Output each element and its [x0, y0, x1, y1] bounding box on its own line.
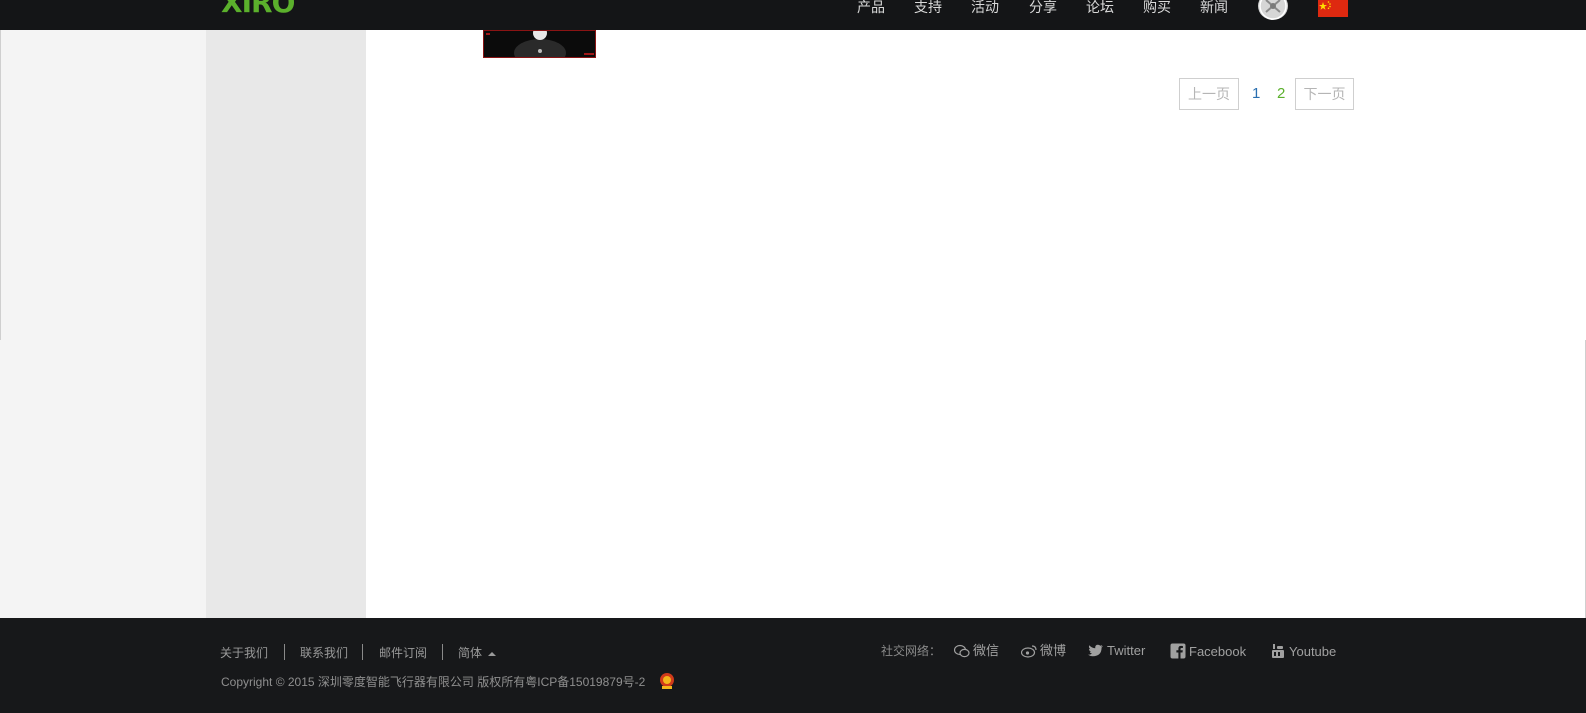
social-label-twitter: Twitter	[1107, 643, 1146, 658]
china-flag-icon[interactable]	[1318, 0, 1348, 17]
divider	[442, 644, 443, 660]
social-label-weibo: 微博	[1040, 643, 1067, 658]
weibo-icon	[1020, 645, 1037, 658]
pagination-page-2[interactable]: 2	[1277, 85, 1285, 103]
language-selector[interactable]: 简体	[458, 646, 497, 660]
divider	[0, 30, 1, 340]
social-link-wechat[interactable]: 微信	[953, 643, 1000, 659]
caret-up-icon	[488, 652, 497, 656]
language-label: 简体	[458, 646, 483, 660]
footer-link-about-us[interactable]: 关于我们	[220, 646, 268, 660]
nav-item-share[interactable]: 分享	[1029, 0, 1057, 18]
social-link-twitter[interactable]: Twitter	[1088, 643, 1145, 659]
social-label-wechat: 微信	[973, 643, 1000, 658]
nav-item-forum[interactable]: 论坛	[1086, 0, 1114, 18]
user-avatar[interactable]	[1258, 0, 1288, 20]
pagination-next-button[interactable]: 下一页	[1295, 78, 1354, 110]
social-link-youtube[interactable]: Youtube	[1270, 643, 1336, 660]
copyright-text: Copyright © 2015 深圳零度智能飞行器有限公司 版权所有粤ICP备…	[221, 675, 646, 689]
content-thumbnail-image[interactable]	[483, 30, 596, 58]
footer-link-contact-us[interactable]: 联系我们	[300, 646, 348, 660]
facebook-icon	[1170, 643, 1186, 659]
footer-link-email-subscribe[interactable]: 邮件订阅	[379, 646, 427, 660]
pagination-prev-button[interactable]: 上一页	[1179, 78, 1239, 110]
nav-item-events[interactable]: 活动	[971, 0, 999, 18]
social-link-weibo[interactable]: 微博	[1020, 643, 1067, 659]
social-label-facebook: Facebook	[1189, 644, 1247, 659]
nav-item-news[interactable]: 新闻	[1200, 0, 1228, 18]
xiro-logo[interactable]: XIRO	[221, 0, 295, 17]
social-network-label: 社交网络：	[881, 644, 942, 658]
youtube-icon	[1272, 644, 1284, 658]
nav-item-support[interactable]: 支持	[914, 0, 942, 18]
page-footer	[0, 618, 1586, 713]
nav-item-buy[interactable]: 购买	[1143, 0, 1171, 18]
top-navigation-bar: XIRO 产品 支持 活动 分享 论坛 购买 新闻	[0, 0, 1586, 30]
wechat-icon	[953, 644, 970, 658]
twitter-icon	[1088, 644, 1103, 657]
pagination-page-1[interactable]: 1	[1252, 85, 1260, 103]
sidebar-panel	[206, 30, 366, 619]
left-gutter	[0, 30, 206, 619]
social-label-youtube: Youtube	[1289, 644, 1337, 659]
divider	[284, 644, 285, 660]
nav-item-products[interactable]: 产品	[857, 0, 885, 18]
social-link-facebook[interactable]: Facebook	[1170, 643, 1246, 660]
police-badge-icon[interactable]	[658, 671, 676, 691]
divider	[362, 644, 363, 660]
drone-avatar-icon	[1259, 0, 1287, 20]
